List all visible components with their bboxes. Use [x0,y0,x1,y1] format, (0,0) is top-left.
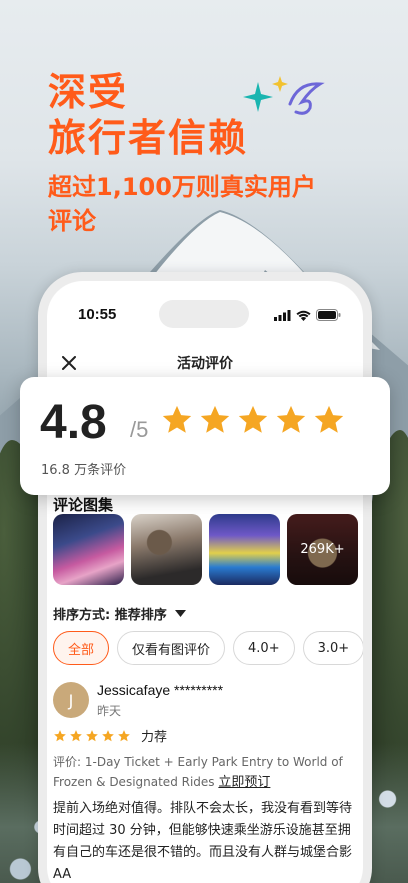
gallery-title: 评论图集 [53,496,114,514]
status-bar: 10:55 [47,300,363,328]
signal-icon [274,309,291,321]
filter-chip-with-photos[interactable]: 仅看有图评价 [117,631,226,665]
book-now-link[interactable]: 立即预订 [218,775,270,790]
battery-icon [316,309,341,321]
sort-label: 排序方式: 推荐排序 [53,608,167,623]
star-icon [162,405,192,433]
filter-chips: 全部 仅看有图评价 4.0+ 3.0+ [53,631,363,665]
reviewer-name: Jessicafaye ********* [97,682,224,698]
avatar[interactable]: J [53,682,89,718]
page-title: 活动评价 [177,356,233,372]
review-count: 16.8 万条评价 [41,463,127,478]
status-time: 10:55 [78,306,117,323]
rating-score: 4.8 [40,396,107,449]
review-meta-prefix: 评价: [53,755,82,769]
dynamic-island [159,300,249,328]
system-icons [274,309,341,321]
review-tag: 力荐 [141,730,168,745]
review-date: 昨天 [97,704,122,718]
caret-down-icon [174,610,186,617]
star-icon [200,405,230,433]
review-photo-more[interactable]: 269K+ [287,514,358,585]
review-stars: 力荐 [53,726,167,745]
star-icon [276,405,306,433]
rating-stars [160,403,346,437]
star-icon [314,405,344,433]
review-meta-item: 1-Day Ticket + Early Park Entry to World… [53,755,343,789]
star-icon [102,729,114,741]
star-icon [238,405,268,433]
rating-summary-card: 4.8 /5 16.8 万条评价 [20,377,390,495]
review-photo[interactable] [53,514,124,585]
reviews-content: 评论图集 269K+ 排序方式: 推荐排序 全部 仅看有图评价 4.0+ 3.0… [47,486,363,883]
star-icon [118,729,130,741]
filter-chip-all[interactable]: 全部 [53,631,110,665]
filter-chip-4plus[interactable]: 4.0+ [233,631,295,665]
review-photo[interactable] [131,514,202,585]
phone-mockup: 10:55 活动评价 评论图集 269K+ 排序方式: 推荐排序 全部 仅看有图… [38,272,372,883]
photo-gallery: 269K+ [53,514,358,585]
phone-screen: 10:55 活动评价 评论图集 269K+ 排序方式: 推荐排序 全部 仅看有图… [47,281,363,883]
wifi-icon [296,310,311,321]
rating-max: /5 [130,417,149,442]
review-package: 评价: 1-Day Ticket + Early Park Entry to W… [53,752,353,793]
filter-chip-3plus[interactable]: 3.0+ [302,631,363,665]
review-photo[interactable] [209,514,280,585]
sparkle-decoration-icon [243,76,325,115]
star-icon [54,729,66,741]
headline-line2: 旅行者信赖 [48,118,249,160]
sort-selector[interactable]: 排序方式: 推荐排序 [53,604,186,623]
headline-subtitle: 超过1,100万则真实用户评论 [48,173,316,235]
review-text: 提前入场绝对值得。排队不会太长，我没有看到等待时间超过 30 分钟，但能够快速乘… [53,801,353,882]
star-icon [86,729,98,741]
star-icon [70,729,82,741]
photo-more-count: 269K+ [287,514,358,585]
